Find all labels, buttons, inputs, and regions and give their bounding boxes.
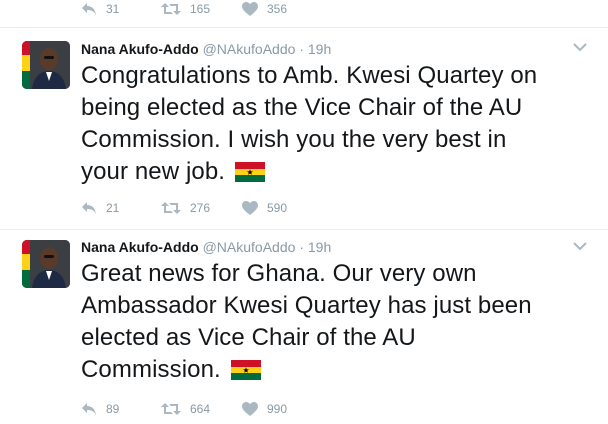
like-action[interactable]: 990 bbox=[242, 400, 287, 418]
tweet-header: Nana Akufo-Addo @NAkufoAddo · 19h bbox=[81, 238, 331, 256]
tweet-text-line: Commission. I wish you the very best in bbox=[81, 126, 507, 153]
retweet-icon bbox=[161, 403, 181, 415]
heart-icon bbox=[242, 402, 258, 416]
reply-count: 89 bbox=[106, 402, 120, 416]
retweet-action[interactable]: 165 bbox=[161, 0, 210, 18]
avatar[interactable] bbox=[22, 41, 70, 89]
chevron-down-icon[interactable] bbox=[573, 241, 587, 251]
like-count: 990 bbox=[267, 402, 288, 416]
profile-photo-icon bbox=[22, 41, 70, 89]
retweet-icon bbox=[161, 3, 181, 15]
like-count: 356 bbox=[267, 2, 288, 16]
retweet-icon bbox=[161, 202, 181, 214]
separator: · bbox=[299, 239, 304, 255]
ghana-flag-icon bbox=[230, 360, 261, 380]
tweet-text-line: elected as Vice Chair of the AU bbox=[81, 324, 416, 351]
tweet-text: Congratulations to Amb. Kwesi Quartey on… bbox=[81, 60, 596, 188]
avatar[interactable] bbox=[22, 240, 70, 288]
retweet-action[interactable]: 664 bbox=[161, 400, 210, 418]
separator: · bbox=[299, 41, 304, 57]
reply-icon bbox=[82, 403, 96, 415]
previous-tweet-actions: 31 165 356 bbox=[0, 0, 608, 28]
heart-icon bbox=[242, 201, 258, 215]
tweet-text: Great news for Ghana. Our very own Ambas… bbox=[81, 258, 596, 386]
reply-count: 21 bbox=[106, 201, 120, 215]
retweet-action[interactable]: 276 bbox=[161, 199, 210, 217]
user-handle[interactable]: @NAkufoAddo bbox=[203, 239, 296, 255]
like-count: 590 bbox=[267, 201, 288, 215]
like-action[interactable]: 590 bbox=[242, 199, 287, 217]
tweet-header: Nana Akufo-Addo @NAkufoAddo · 19h bbox=[81, 40, 331, 58]
reply-action[interactable]: 89 bbox=[81, 400, 119, 418]
tweet-text-line: Congratulations to Amb. Kwesi Quartey on bbox=[81, 62, 538, 89]
display-name[interactable]: Nana Akufo-Addo bbox=[81, 41, 199, 57]
like-action[interactable]: 356 bbox=[242, 0, 287, 18]
reply-icon bbox=[82, 202, 96, 214]
profile-photo-icon bbox=[22, 240, 70, 288]
display-name[interactable]: Nana Akufo-Addo bbox=[81, 239, 199, 255]
reply-count: 31 bbox=[106, 2, 120, 16]
heart-icon bbox=[242, 2, 258, 16]
ghana-flag-icon bbox=[235, 162, 266, 182]
timestamp[interactable]: 19h bbox=[308, 41, 331, 57]
tweet[interactable]: Nana Akufo-Addo @NAkufoAddo · 19h Congra… bbox=[0, 28, 608, 230]
retweet-count: 165 bbox=[190, 2, 211, 16]
timestamp[interactable]: 19h bbox=[308, 239, 331, 255]
reply-action[interactable]: 31 bbox=[81, 0, 119, 18]
tweet[interactable]: Nana Akufo-Addo @NAkufoAddo · 19h Great … bbox=[0, 229, 608, 424]
reply-action[interactable]: 21 bbox=[81, 199, 119, 217]
reply-icon bbox=[82, 3, 96, 15]
tweet-text-line: Great news for Ghana. Our very own bbox=[81, 260, 477, 287]
tweet-text-line: Ambassador Kwesi Quartey has just been bbox=[81, 292, 532, 319]
retweet-count: 276 bbox=[190, 201, 211, 215]
chevron-down-icon[interactable] bbox=[573, 42, 587, 52]
retweet-count: 664 bbox=[190, 402, 211, 416]
tweet-text-line: being elected as the Vice Chair of the A… bbox=[81, 94, 523, 121]
tweet-text-line: Commission. bbox=[81, 356, 221, 383]
tweet-text-line: your new job. bbox=[81, 158, 226, 185]
user-handle[interactable]: @NAkufoAddo bbox=[203, 41, 296, 57]
